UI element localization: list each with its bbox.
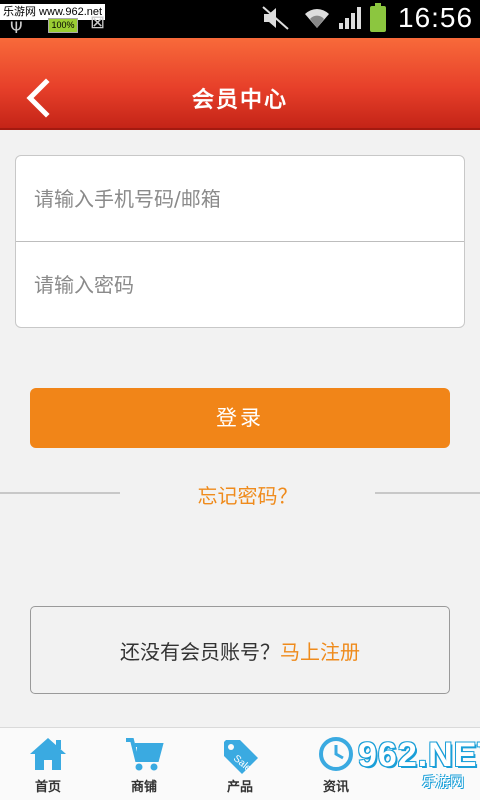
mute-icon [262,6,290,35]
signal-icon [339,7,361,29]
forgot-password-link[interactable]: 忘记密码？ [120,480,375,509]
x-icon: ⊠ [90,12,106,33]
battery-icon [370,3,386,32]
phone-email-input[interactable] [34,186,434,211]
watermark-main: 962.NET [358,736,480,774]
tab-shops[interactable]: 商铺 [96,728,192,800]
wifi-icon [305,9,329,28]
login-button[interactable]: 登录 [30,388,450,448]
cart-icon [126,738,164,771]
tab-home[interactable]: 首页 [0,728,96,800]
password-input[interactable] [34,273,434,297]
password-field[interactable] [16,242,464,328]
watermark-logo: 962.NET 乐游网 [318,736,480,796]
status-bar: 乐游网 www.962.net Ψ 100% ⊠ 16:56 [0,0,480,38]
divider-right [375,492,480,494]
page-title: 会员中心 [191,88,288,113]
phone-field[interactable] [16,156,464,242]
tab-label: 产品 [226,780,253,795]
login-form-card [15,155,465,328]
home-icon [30,738,66,770]
tab-label: 首页 [34,780,61,795]
usb-icon: Ψ [10,18,23,37]
battery-small-icon: 100% [48,18,78,33]
clock-time: 16:56 [398,2,474,33]
tab-label: 商铺 [130,780,157,795]
tab-products[interactable]: Sale 产品 [192,728,288,800]
app-header: 会员中心 [0,38,480,130]
register-prompt: 还没有会员账号？ [120,639,280,664]
register-link[interactable]: 马上注册 [280,636,360,665]
register-box: 还没有会员账号？ 马上注册 [30,606,450,694]
divider-left [0,492,120,494]
sale-tag-icon: Sale [224,740,258,775]
watermark-sub: 乐游网 [422,775,464,791]
